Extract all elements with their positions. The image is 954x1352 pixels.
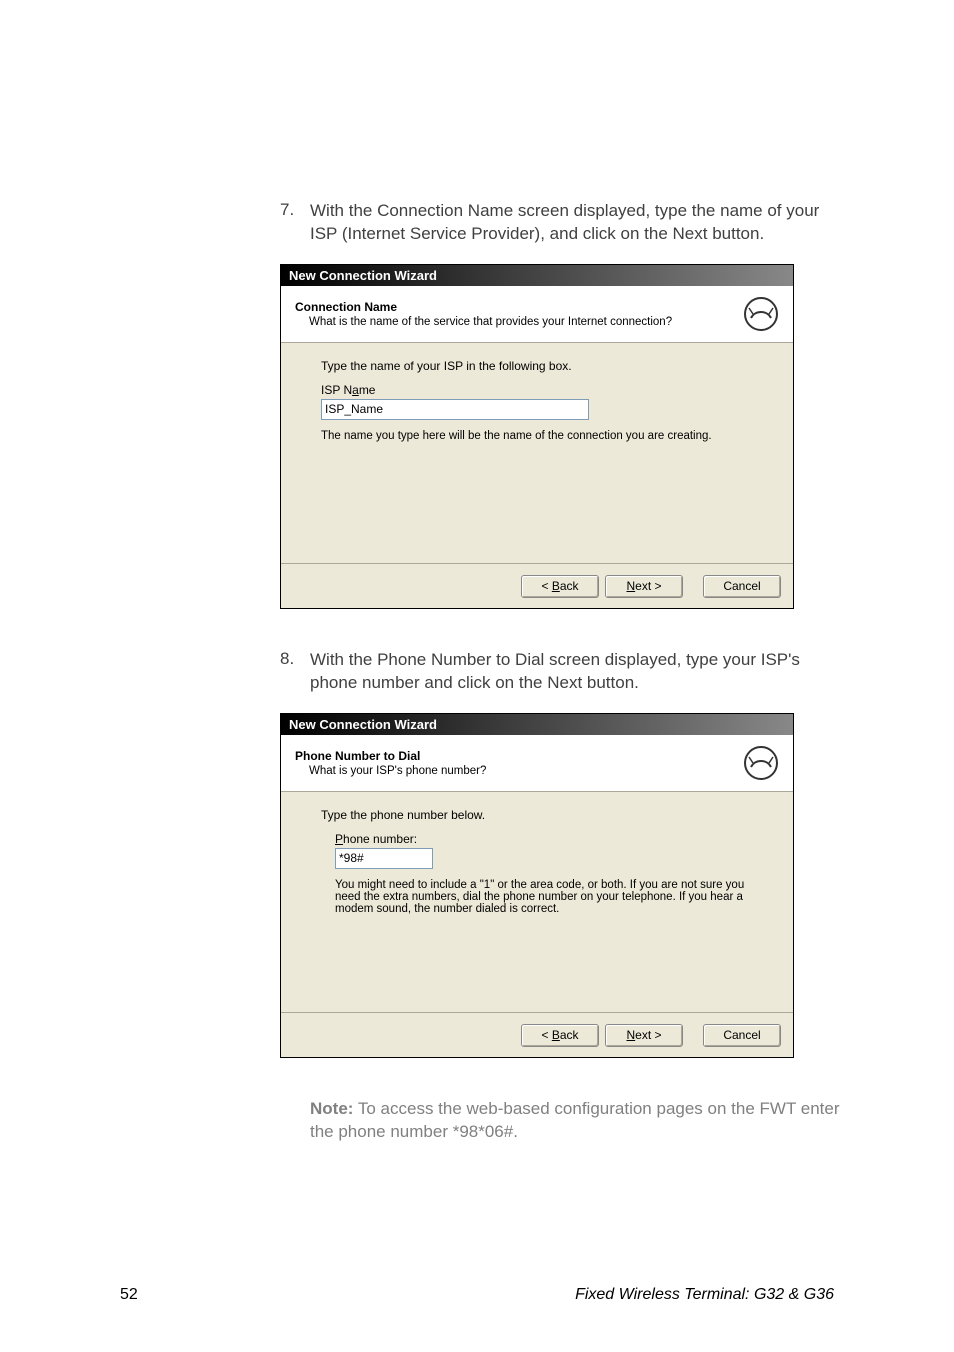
back-button[interactable]: < Back	[521, 1024, 599, 1047]
page-number: 52	[120, 1286, 138, 1304]
dialog-header-title: Phone Number to Dial	[295, 749, 735, 763]
isp-name-label: ISP Name	[321, 383, 753, 397]
dialog-phone-number: New Connection Wizard Phone Number to Di…	[280, 713, 794, 1058]
dialog-help-text: The name you type here will be the name …	[321, 430, 753, 442]
dialog-header-subtitle: What is your ISP's phone number?	[309, 765, 735, 777]
step-7: 7. With the Connection Name screen displ…	[280, 200, 850, 246]
dialog-header-subtitle: What is the name of the service that pro…	[309, 316, 735, 328]
cancel-button[interactable]: Cancel	[703, 1024, 781, 1047]
dialog-header-title: Connection Name	[295, 300, 735, 314]
note-text: Note: To access the web-based configurat…	[310, 1098, 850, 1144]
step-number: 8.	[280, 649, 310, 695]
dialog-instruction: Type the phone number below.	[321, 808, 753, 822]
dialog-titlebar: New Connection Wizard	[281, 265, 793, 286]
wizard-icon	[743, 296, 779, 332]
phone-number-input[interactable]: *98#	[335, 848, 433, 869]
page-footer: 52 Fixed Wireless Terminal: G32 & G36	[120, 1286, 834, 1304]
step-text: With the Phone Number to Dial screen dis…	[310, 649, 850, 695]
cancel-button[interactable]: Cancel	[703, 575, 781, 598]
step-8: 8. With the Phone Number to Dial screen …	[280, 649, 850, 695]
dialog-connection-name: New Connection Wizard Connection Name Wh…	[280, 264, 794, 609]
dialog-header: Connection Name What is the name of the …	[281, 286, 793, 343]
dialog-header: Phone Number to Dial What is your ISP's …	[281, 735, 793, 792]
dialog-instruction: Type the name of your ISP in the followi…	[321, 359, 753, 373]
back-button[interactable]: < Back	[521, 575, 599, 598]
footer-title: Fixed Wireless Terminal: G32 & G36	[575, 1286, 834, 1304]
dialog-titlebar: New Connection Wizard	[281, 714, 793, 735]
dialog-help-text: You might need to include a "1" or the a…	[335, 879, 753, 915]
step-number: 7.	[280, 200, 310, 246]
wizard-icon	[743, 745, 779, 781]
isp-name-input[interactable]: ISP_Name	[321, 399, 589, 420]
dialog-button-row: < Back Next > Cancel	[281, 1014, 793, 1057]
next-button[interactable]: Next >	[605, 1024, 683, 1047]
next-button[interactable]: Next >	[605, 575, 683, 598]
dialog-button-row: < Back Next > Cancel	[281, 565, 793, 608]
phone-number-label: Phone number:	[335, 832, 753, 846]
step-text: With the Connection Name screen displaye…	[310, 200, 850, 246]
